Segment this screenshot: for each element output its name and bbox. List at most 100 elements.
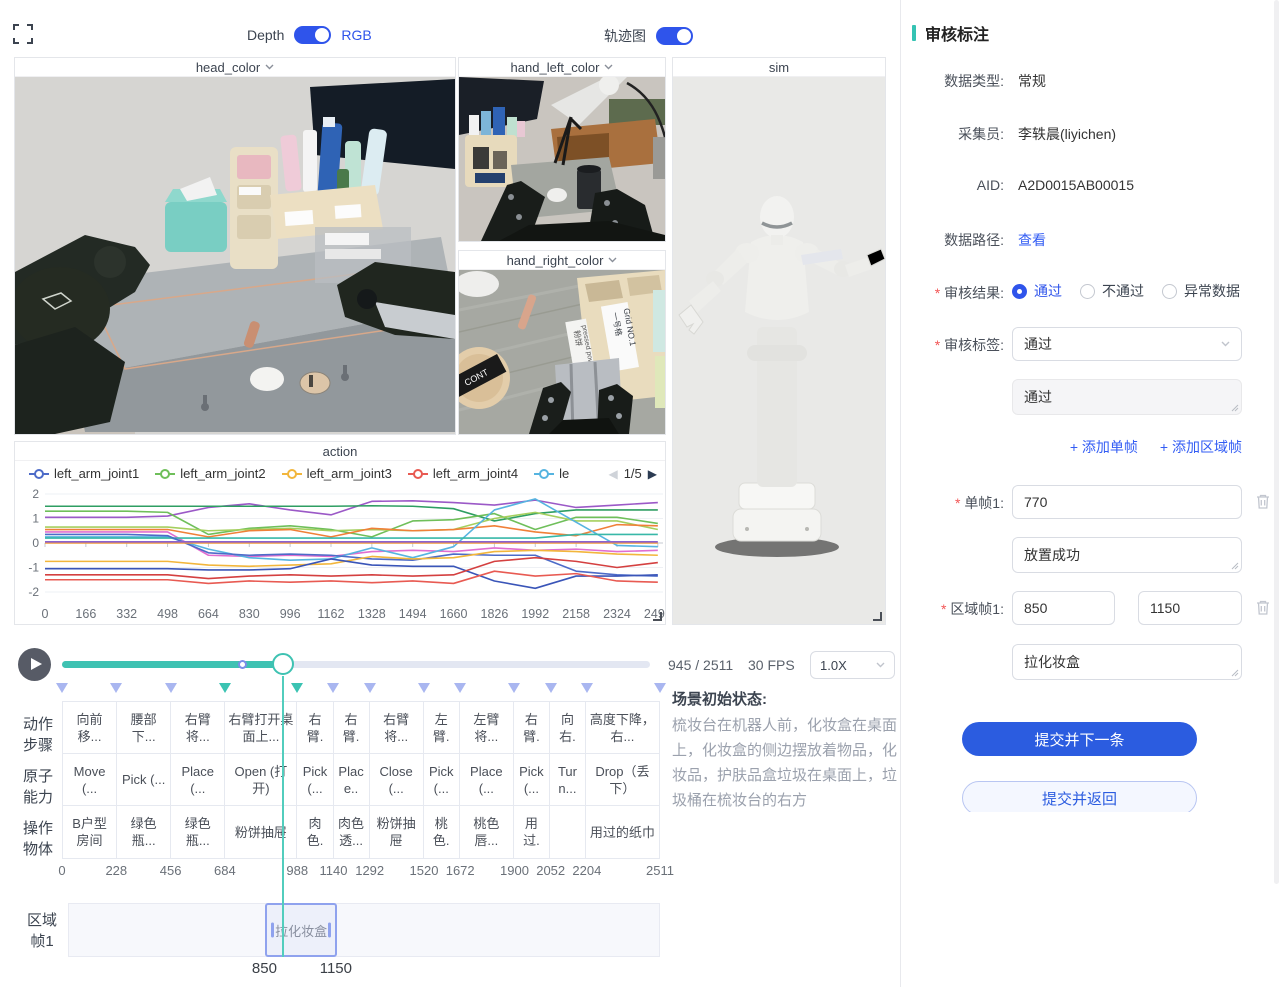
region-track-bar[interactable]: 拉化妆盒 xyxy=(68,903,660,957)
timeline-tick-2511: 2511 xyxy=(646,863,674,878)
timeline-slider-handle[interactable] xyxy=(272,653,294,675)
step-cell-7[interactable]: 右臂将... xyxy=(370,702,424,753)
review-tag-note-textarea[interactable]: 通过 xyxy=(1012,379,1242,415)
hand-left-camera-panel: hand_left_color xyxy=(458,57,666,242)
submit-return-button[interactable]: 提交并返回 xyxy=(962,781,1197,812)
step-cell-11[interactable]: 向右. xyxy=(550,702,586,753)
region-end-input[interactable]: 1150 xyxy=(1138,591,1242,625)
step-cell-2[interactable]: 腰部下... xyxy=(117,702,171,753)
frame-marker-2204[interactable] xyxy=(581,683,593,693)
step-cell-4[interactable]: 右臂打开桌面上... xyxy=(225,702,297,753)
ability-cell-1[interactable]: Move (... xyxy=(63,754,117,805)
step-cell-6[interactable]: 右臂. xyxy=(334,702,370,753)
frame-marker-2511[interactable] xyxy=(654,683,666,693)
ability-cell-9[interactable]: Place (... xyxy=(460,754,514,805)
play-button[interactable] xyxy=(18,648,51,681)
frame-marker-1292[interactable] xyxy=(364,683,376,693)
legend-next-icon[interactable]: ▶ xyxy=(648,467,657,481)
add-single-frame-link[interactable]: + 添加单帧 xyxy=(1070,437,1138,457)
frame-marker-2052[interactable] xyxy=(545,683,557,693)
region-left-handle[interactable] xyxy=(271,923,274,938)
region-segment[interactable]: 拉化妆盒 xyxy=(265,903,336,957)
frame-marker-1520[interactable] xyxy=(418,683,430,693)
object-cell-11[interactable] xyxy=(550,806,586,858)
scrollbar[interactable] xyxy=(1274,0,1279,884)
region-note-textarea[interactable]: 拉化妆盒 xyxy=(1012,644,1242,680)
frame-marker-988[interactable] xyxy=(291,683,303,693)
fullscreen-icon[interactable] xyxy=(13,24,33,44)
legend-item-left_arm_joint4[interactable]: left_arm_joint4 xyxy=(408,466,518,481)
object-cell-2[interactable]: 绿色瓶... xyxy=(117,806,171,858)
legend-item-le[interactable]: le xyxy=(534,466,569,481)
ability-cell-10[interactable]: Pick (... xyxy=(514,754,550,805)
ability-cell-5[interactable]: Pick (... xyxy=(297,754,333,805)
textarea-resize-grip[interactable] xyxy=(1231,669,1239,677)
playback-speed-select[interactable]: 1.0X xyxy=(810,651,895,679)
object-cell-5[interactable]: 肉色. xyxy=(297,806,333,858)
textarea-resize-grip[interactable] xyxy=(1231,562,1239,570)
svg-text:2158: 2158 xyxy=(562,607,590,621)
delete-region-frame-icon[interactable] xyxy=(1255,599,1271,616)
depth-rgb-switch[interactable] xyxy=(294,26,331,44)
step-cell-12[interactable]: 高度下降，右... xyxy=(586,702,659,753)
radio-option-不通过[interactable]: 不通过 xyxy=(1080,281,1144,301)
add-region-frame-link[interactable]: + 添加区域帧 xyxy=(1160,437,1242,457)
object-cell-12[interactable]: 用过的纸巾 xyxy=(586,806,659,858)
object-cell-9[interactable]: 桃色唇... xyxy=(460,806,514,858)
single-frame-note-textarea[interactable]: 放置成功 xyxy=(1012,537,1242,573)
frame-marker-228[interactable] xyxy=(110,683,122,693)
radio-option-通过[interactable]: 通过 xyxy=(1012,281,1062,301)
resize-handle-icon[interactable] xyxy=(873,612,882,621)
review-tag-select[interactable]: 通过 xyxy=(1012,327,1242,361)
object-cell-1[interactable]: B户型房间 xyxy=(63,806,117,858)
frame-marker-684[interactable] xyxy=(219,683,231,693)
step-cell-8[interactable]: 左臂. xyxy=(424,702,460,753)
textarea-resize-grip[interactable] xyxy=(1231,404,1239,412)
object-cell-7[interactable]: 粉饼抽屉 xyxy=(370,806,424,858)
frame-marker-1900[interactable] xyxy=(508,683,520,693)
ability-cell-8[interactable]: Pick (... xyxy=(424,754,460,805)
region-start-input[interactable]: 850 xyxy=(1012,591,1115,625)
single-frame-input[interactable]: 770 xyxy=(1012,485,1242,519)
frame-marker-1140[interactable] xyxy=(327,683,339,693)
legend-item-left_arm_joint2[interactable]: left_arm_joint2 xyxy=(155,466,265,481)
frame-marker-1672[interactable] xyxy=(454,683,466,693)
rgb-label: RGB xyxy=(341,27,371,43)
row-label-objects: 操作物体 xyxy=(16,818,60,860)
ability-cell-7[interactable]: Close (... xyxy=(370,754,424,805)
svg-text:996: 996 xyxy=(280,607,301,621)
legend-prev-icon[interactable]: ◀ xyxy=(608,467,617,481)
ability-cell-11[interactable]: Turn... xyxy=(550,754,586,805)
resize-handle-icon[interactable] xyxy=(653,612,662,621)
delete-single-frame-icon[interactable] xyxy=(1255,493,1271,510)
radio-option-异常数据[interactable]: 异常数据 xyxy=(1162,281,1240,301)
legend-item-left_arm_joint3[interactable]: left_arm_joint3 xyxy=(282,466,392,481)
step-cell-9[interactable]: 左臂将... xyxy=(460,702,514,753)
object-cell-8[interactable]: 桃色. xyxy=(424,806,460,858)
step-cell-1[interactable]: 向前移... xyxy=(63,702,117,753)
head-camera-selector[interactable]: head_color xyxy=(15,58,455,77)
frame-counter: 945 / 2511 xyxy=(668,657,733,673)
ability-cell-4[interactable]: Open (打开) xyxy=(225,754,297,805)
ability-cell-12[interactable]: Drop（丢下） xyxy=(586,754,659,805)
legend-item-left_arm_joint1[interactable]: left_arm_joint1 xyxy=(29,466,139,481)
region-right-handle[interactable] xyxy=(328,923,331,938)
action-chart-plot: 210-1-2016633249866483099611621328149416… xyxy=(15,486,665,624)
step-cell-3[interactable]: 右臂将... xyxy=(171,702,225,753)
step-cell-5[interactable]: 右臂. xyxy=(297,702,333,753)
object-cell-10[interactable]: 用过. xyxy=(514,806,550,858)
object-cell-6[interactable]: 肉色透... xyxy=(334,806,370,858)
ability-cell-6[interactable]: Place.. xyxy=(334,754,370,805)
data-path-view-link[interactable]: 查看 xyxy=(1018,230,1046,250)
trajectory-switch[interactable] xyxy=(656,27,693,45)
frame-marker-0[interactable] xyxy=(56,683,68,693)
hand-left-camera-selector[interactable]: hand_left_color xyxy=(459,58,665,77)
frame-marker-456[interactable] xyxy=(165,683,177,693)
ability-cell-3[interactable]: Place (... xyxy=(171,754,225,805)
object-cell-4[interactable]: 粉饼抽屉 xyxy=(225,806,297,858)
step-cell-10[interactable]: 右臂. xyxy=(514,702,550,753)
object-cell-3[interactable]: 绿色瓶... xyxy=(171,806,225,858)
submit-next-button[interactable]: 提交并下一条 xyxy=(962,722,1197,756)
hand-right-camera-selector[interactable]: hand_right_color xyxy=(459,251,665,270)
ability-cell-2[interactable]: Pick (... xyxy=(117,754,171,805)
